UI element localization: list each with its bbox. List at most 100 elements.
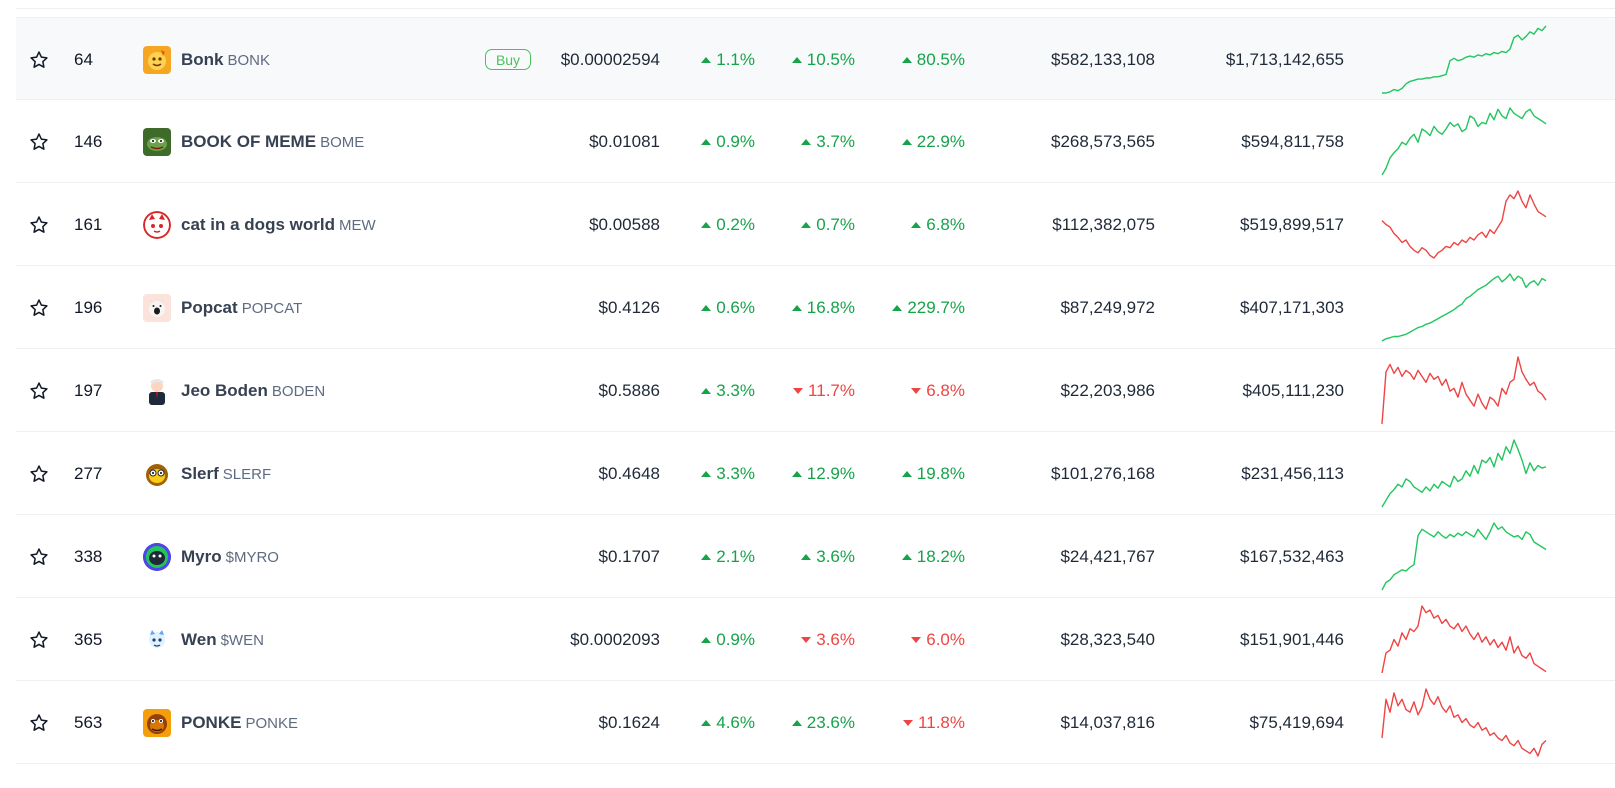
change-1h-value: 3.3%	[716, 463, 755, 483]
caret-down-icon	[911, 387, 922, 394]
star-icon[interactable]	[28, 681, 50, 764]
caret-down-icon	[903, 719, 914, 726]
popcat-logo	[143, 293, 171, 322]
star-icon[interactable]	[28, 515, 50, 598]
coin-name-group: PONKE PONKE	[181, 713, 298, 733]
caret-up-icon	[791, 470, 802, 477]
change-24h-value: 23.6%	[806, 712, 855, 732]
change-7d-value: 229.7%	[907, 297, 965, 317]
caret-up-icon	[701, 553, 712, 560]
coin-link[interactable]: PONKE PONKE	[143, 681, 503, 764]
table-row[interactable]: 563 PONKE PONKE $0.1624 4.6% 23.6% 11.8% …	[16, 681, 1615, 764]
buy-button[interactable]: Buy	[485, 49, 531, 70]
change-24h: 11.7%	[793, 349, 855, 432]
change-7d: 11.8%	[903, 681, 965, 764]
sparkline-svg	[1381, 605, 1547, 674]
sparkline-path	[1382, 25, 1547, 94]
change-24h-value: 3.6%	[816, 629, 855, 649]
change-1h: 0.9%	[701, 598, 755, 681]
change-24h-value: 11.7%	[808, 380, 855, 400]
caret-down-icon	[793, 387, 804, 394]
star-icon[interactable]	[28, 183, 50, 266]
price: $0.4126	[598, 297, 660, 317]
sparkline-svg	[1381, 522, 1547, 591]
change-1h-value: 2.1%	[716, 546, 755, 566]
change-24h-value: 3.6%	[816, 546, 855, 566]
table-row[interactable]: 196 Popcat POPCAT $0.4126 0.6% 16.8% 229.…	[16, 266, 1615, 349]
change-7d-value: 19.8%	[916, 463, 965, 483]
change-1h: 2.1%	[701, 515, 755, 598]
change-7d-value: 18.2%	[916, 546, 965, 566]
table-row[interactable]: 64 Bonk BONK Buy $0.00002594 1.1% 10.5% 8…	[16, 17, 1615, 100]
coin-link[interactable]: BOOK OF MEME BOME	[143, 100, 503, 183]
price: $0.00588	[589, 214, 660, 234]
sparkline-svg	[1381, 273, 1547, 342]
rank: 197	[74, 380, 103, 400]
rank: 277	[74, 463, 103, 483]
table-row[interactable]: 197 Jeo Boden BODEN $0.5886 3.3% 11.7% 6.…	[16, 349, 1615, 432]
volume-24h: $101,276,168	[1051, 463, 1155, 483]
change-7d-value: 22.9%	[916, 131, 965, 151]
sparkline-path	[1381, 605, 1547, 674]
rank: 146	[74, 131, 103, 151]
table-row[interactable]: 146 BOOK OF MEME BOME $0.01081 0.9% 3.7% …	[16, 100, 1615, 183]
star-icon[interactable]	[28, 100, 50, 183]
rank: 338	[74, 546, 103, 566]
sparkline-7d	[1380, 432, 1548, 515]
change-24h-value: 16.8%	[806, 297, 855, 317]
coin-name-group: Jeo Boden BODEN	[181, 381, 325, 401]
change-7d: 18.2%	[901, 515, 965, 598]
sparkline-svg	[1381, 688, 1547, 757]
sparkline-path	[1381, 522, 1547, 591]
star-icon[interactable]	[28, 18, 50, 101]
star-icon[interactable]	[28, 598, 50, 681]
coin-link[interactable]: Jeo Boden BODEN	[143, 349, 503, 432]
change-1h: 1.1%	[701, 18, 755, 101]
sparkline-path	[1381, 356, 1547, 425]
table-row[interactable]: 365 Wen $WEN $0.0002093 0.9% 3.6% 6.0% $2…	[16, 598, 1615, 681]
change-7d-value: 6.0%	[926, 629, 965, 649]
caret-down-icon	[801, 636, 812, 643]
coin-name: Jeo Boden	[181, 380, 268, 400]
coin-name: Popcat	[181, 297, 238, 317]
coin-link[interactable]: Bonk BONK	[143, 18, 503, 101]
caret-up-icon	[701, 719, 712, 726]
coin-symbol: PONKE	[245, 714, 298, 732]
coin-link[interactable]: Popcat POPCAT	[143, 266, 503, 349]
change-1h: 3.3%	[701, 432, 755, 515]
change-24h: 3.7%	[801, 100, 855, 183]
sparkline-7d	[1380, 515, 1548, 598]
sparkline-7d	[1380, 100, 1548, 183]
change-24h: 0.7%	[801, 183, 855, 266]
volume-24h: $582,133,108	[1051, 49, 1155, 69]
table-row[interactable]: 277 Slerf SLERF $0.4648 3.3% 12.9% 19.8% …	[16, 432, 1615, 515]
sparkline-path	[1381, 688, 1547, 757]
volume-24h: $28,323,540	[1060, 629, 1155, 649]
volume-24h: $24,421,767	[1060, 546, 1155, 566]
price: $0.5886	[598, 380, 660, 400]
coin-name-group: Popcat POPCAT	[181, 298, 302, 318]
star-icon[interactable]	[28, 432, 50, 515]
change-24h: 12.9%	[791, 432, 855, 515]
change-7d: 6.0%	[911, 598, 965, 681]
sparkline-7d	[1380, 598, 1548, 681]
caret-up-icon	[801, 221, 812, 228]
price: $0.00002594	[560, 49, 660, 69]
coin-link[interactable]: Wen $WEN	[143, 598, 503, 681]
coin-link[interactable]: cat in a dogs world MEW	[143, 183, 503, 266]
coin-name: Slerf	[181, 463, 219, 483]
price: $0.01081	[589, 131, 660, 151]
market-cap: $167,532,463	[1240, 546, 1344, 566]
star-icon[interactable]	[28, 266, 50, 349]
table-row[interactable]: 338 Myro $MYRO $0.1707 2.1% 3.6% 18.2% $2…	[16, 515, 1615, 598]
market-cap: $519,899,517	[1240, 214, 1344, 234]
star-icon[interactable]	[28, 349, 50, 432]
change-7d: 22.9%	[901, 100, 965, 183]
coin-link[interactable]: Myro $MYRO	[143, 515, 503, 598]
table-row[interactable]: 161 cat in a dogs world MEW $0.00588 0.2%…	[16, 183, 1615, 266]
change-1h-value: 0.9%	[716, 131, 755, 151]
coin-symbol: BONK	[227, 51, 271, 69]
coin-link[interactable]: Slerf SLERF	[143, 432, 503, 515]
change-24h: 3.6%	[801, 515, 855, 598]
change-7d: 19.8%	[901, 432, 965, 515]
